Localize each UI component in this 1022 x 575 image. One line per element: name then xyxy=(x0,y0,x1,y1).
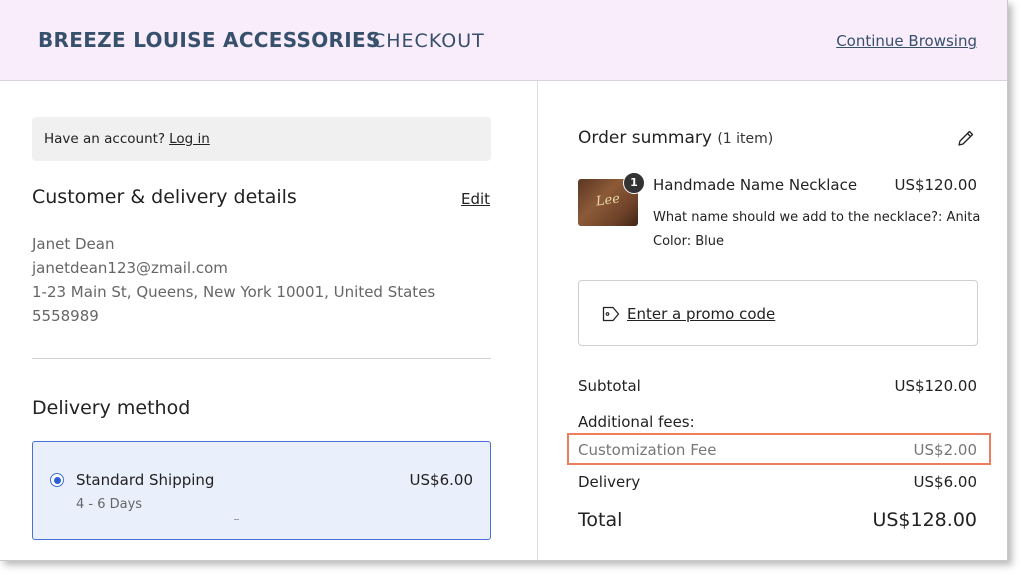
product-option-name: What name should we add to the necklace?… xyxy=(653,210,981,225)
checkout-heading: CHECKOUT xyxy=(372,30,485,52)
order-summary-label: Order summary xyxy=(578,128,712,148)
customer-email: janetdean123@zmail.com xyxy=(32,259,228,277)
account-prompt-text: Have an account? xyxy=(44,131,166,147)
total-value: US$128.00 xyxy=(872,509,977,531)
subtotal-value: US$120.00 xyxy=(894,377,977,395)
edit-customer-link[interactable]: Edit xyxy=(461,190,490,208)
divider-mark xyxy=(234,519,239,520)
account-banner: Have an account? Log in xyxy=(32,117,491,161)
necklace-name-script: Lee xyxy=(595,191,621,210)
order-summary-title: Order summary (1 item) xyxy=(578,128,773,148)
promo-code-link[interactable]: Enter a promo code xyxy=(627,305,775,323)
shipping-option-name: Standard Shipping xyxy=(76,471,215,489)
account-prompt: Have an account? Log in xyxy=(44,131,210,147)
promo-code-box[interactable]: Enter a promo code xyxy=(578,280,978,346)
product-name: Handmade Name Necklace xyxy=(653,176,858,194)
customer-name: Janet Dean xyxy=(32,235,115,253)
customer-details: Janet Dean janetdean123@zmail.com 1-23 M… xyxy=(32,232,435,328)
delivery-method-title: Delivery method xyxy=(32,397,191,419)
quantity-badge: 1 xyxy=(623,172,645,194)
total-label: Total xyxy=(578,509,623,531)
checkout-header: BREEZE LOUISE ACCESSORIES CHECKOUT Conti… xyxy=(0,0,1007,81)
radio-selected-icon[interactable] xyxy=(50,473,64,487)
customization-fee-value: US$2.00 xyxy=(913,441,977,459)
customer-phone: 5558989 xyxy=(32,307,99,325)
column-divider xyxy=(537,81,538,560)
section-divider xyxy=(32,358,491,359)
login-link[interactable]: Log in xyxy=(169,131,210,147)
delivery-label: Delivery xyxy=(578,473,641,491)
pencil-icon[interactable] xyxy=(956,128,976,148)
product-option-color: Color: Blue xyxy=(653,234,724,249)
checkout-page: BREEZE LOUISE ACCESSORIES CHECKOUT Conti… xyxy=(0,0,1008,561)
shipping-option-price: US$6.00 xyxy=(409,471,473,489)
subtotal-label: Subtotal xyxy=(578,377,641,395)
additional-fees-label: Additional fees: xyxy=(578,413,695,431)
customer-details-title: Customer & delivery details xyxy=(32,186,297,208)
delivery-value: US$6.00 xyxy=(913,473,977,491)
order-item-count: (1 item) xyxy=(717,131,774,147)
shipping-option[interactable]: Standard Shipping 4 - 6 Days US$6.00 xyxy=(32,441,491,540)
shipping-option-days: 4 - 6 Days xyxy=(76,497,143,512)
continue-browsing-link[interactable]: Continue Browsing xyxy=(836,32,977,50)
product-price: US$120.00 xyxy=(894,176,977,194)
customer-address: 1-23 Main St, Queens, New York 10001, Un… xyxy=(32,283,436,301)
customization-fee-label: Customization Fee xyxy=(578,441,717,459)
store-brand: BREEZE LOUISE ACCESSORIES xyxy=(38,28,381,52)
tag-icon xyxy=(602,306,620,322)
